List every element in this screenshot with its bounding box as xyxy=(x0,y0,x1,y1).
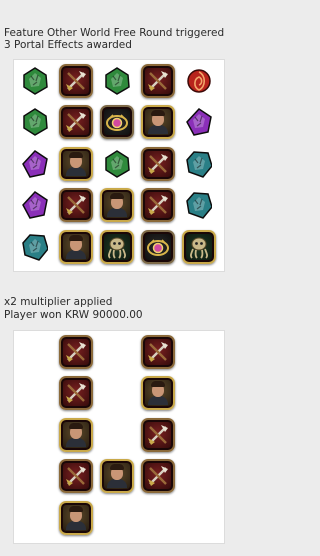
win-amount-message: Player won KRW 90000.00 xyxy=(4,309,143,321)
symbol-squid-icon xyxy=(98,228,136,266)
multiplier-message: x2 multiplier applied xyxy=(4,296,113,308)
symbol-axes-icon xyxy=(57,457,95,495)
symbol-hero-icon xyxy=(57,416,95,454)
symbol-red-orb-icon xyxy=(180,62,218,100)
symbol-purple-gem-icon xyxy=(16,186,54,224)
symbol-hero-icon xyxy=(98,186,136,224)
symbol-axes-icon xyxy=(57,333,95,371)
symbol-amulet-icon xyxy=(139,228,177,266)
symbol-hero-icon xyxy=(57,499,95,537)
symbol-axes-icon xyxy=(57,62,95,100)
reel-grid-winning xyxy=(14,331,224,543)
symbol-green-gem-icon xyxy=(16,103,54,141)
symbol-green-gem-icon xyxy=(98,62,136,100)
symbol-axes-icon xyxy=(139,62,177,100)
symbol-hero-icon xyxy=(139,103,177,141)
symbol-squid-icon xyxy=(180,228,218,266)
symbol-teal-gem-icon xyxy=(16,228,54,266)
symbol-teal-gem-icon xyxy=(180,186,218,224)
symbol-purple-gem-icon xyxy=(16,145,54,183)
symbol-axes-icon xyxy=(139,457,177,495)
portal-effects-message: 3 Portal Effects awarded xyxy=(4,39,132,51)
symbol-purple-gem-icon xyxy=(180,103,218,141)
symbol-axes-icon xyxy=(139,186,177,224)
symbol-axes-icon xyxy=(57,186,95,224)
symbol-teal-gem-icon xyxy=(180,145,218,183)
symbol-axes-icon xyxy=(57,374,95,412)
symbol-green-gem-icon xyxy=(16,62,54,100)
symbol-axes-icon xyxy=(139,416,177,454)
symbol-amulet-icon xyxy=(98,103,136,141)
symbol-axes-icon xyxy=(57,103,95,141)
reel-grid-initial xyxy=(14,60,224,271)
symbol-hero-icon xyxy=(57,145,95,183)
symbol-axes-icon xyxy=(139,145,177,183)
symbol-hero-icon xyxy=(57,228,95,266)
symbol-axes-icon xyxy=(139,333,177,371)
symbol-hero-icon xyxy=(98,457,136,495)
symbol-hero-icon xyxy=(139,374,177,412)
symbol-green-gem-icon xyxy=(98,145,136,183)
